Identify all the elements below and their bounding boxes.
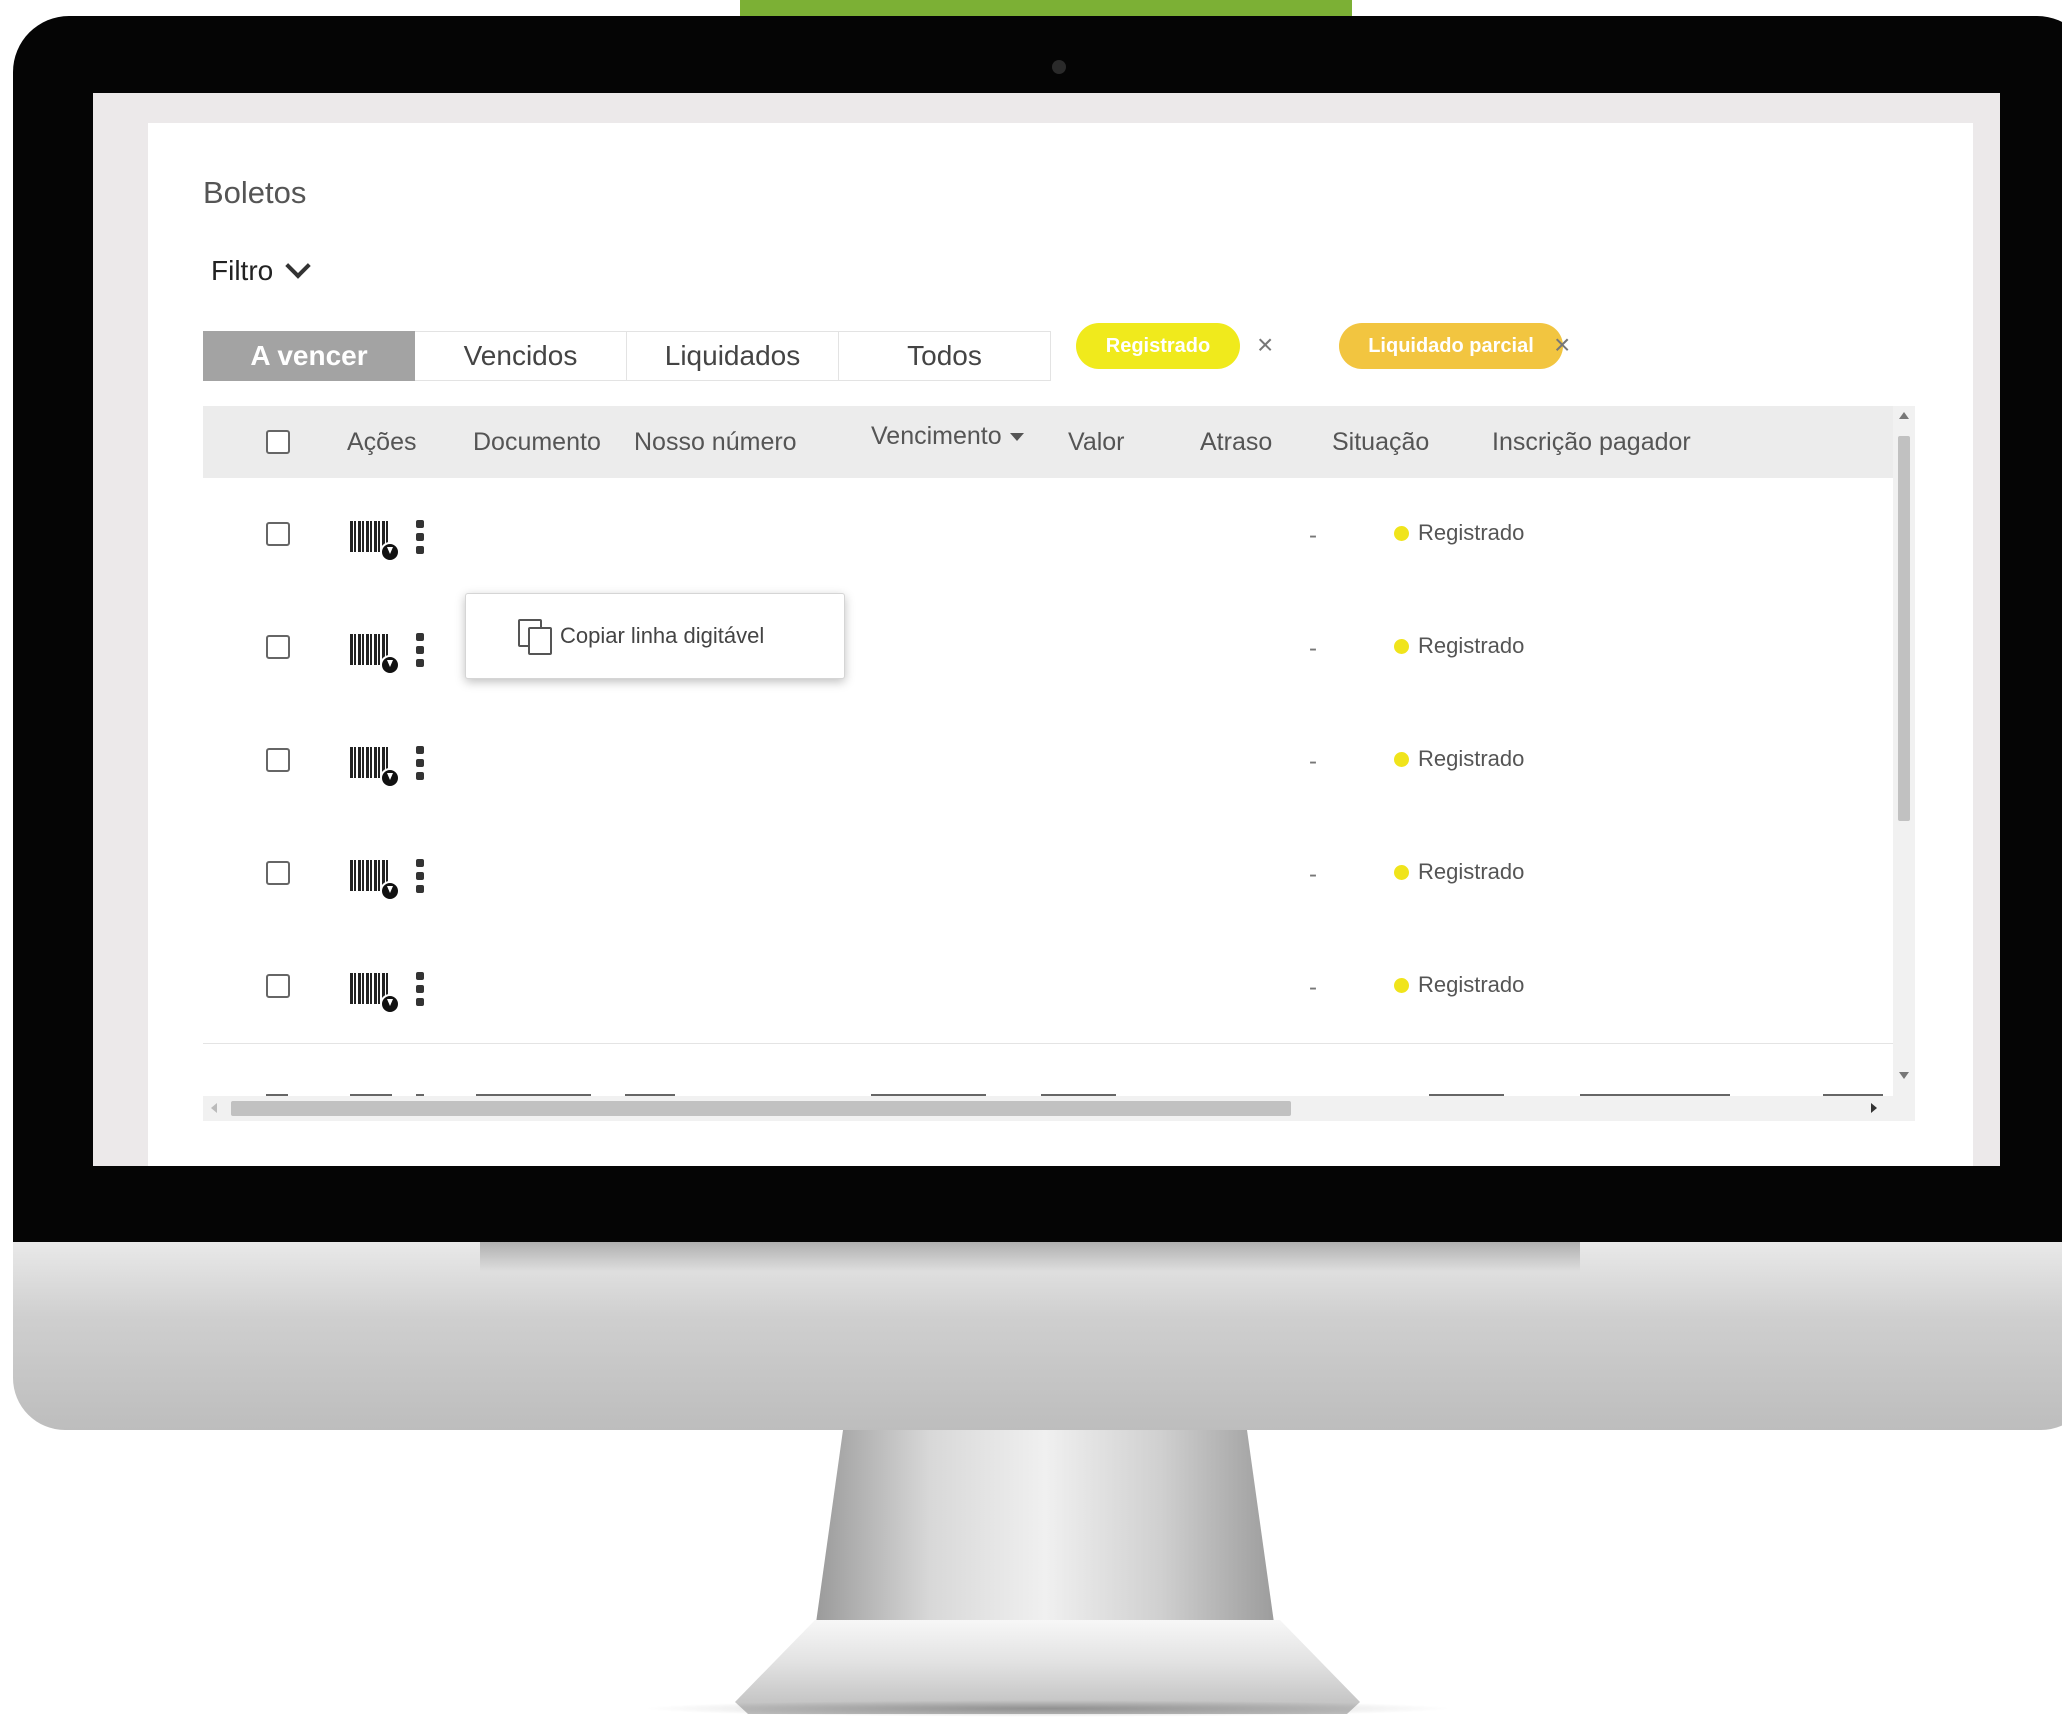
row-actions-menu-icon[interactable] xyxy=(416,859,424,893)
barcode-download-icon[interactable] xyxy=(350,973,400,1014)
status-dot-icon xyxy=(1394,751,1409,767)
table-row: - Registrado xyxy=(203,591,1893,705)
cell-situacao: Registrado xyxy=(1394,746,1524,772)
horizontal-scrollbar[interactable] xyxy=(203,1096,1915,1121)
col-header-atraso: Atraso xyxy=(1200,428,1273,456)
barcode-download-icon[interactable] xyxy=(350,747,400,788)
horizontal-scroll-thumb[interactable] xyxy=(231,1101,1291,1116)
scroll-right-icon[interactable] xyxy=(1871,1103,1877,1113)
barcode-download-icon[interactable] xyxy=(350,634,400,675)
download-badge-icon xyxy=(380,994,400,1014)
col-header-situacao: Situação xyxy=(1332,428,1430,456)
table-row: - Registrado xyxy=(203,478,1893,592)
tab-todos[interactable]: Todos xyxy=(839,331,1051,381)
copy-icon xyxy=(518,619,552,655)
col-header-valor: Valor xyxy=(1068,428,1125,456)
filter-chip-registrado: Registrado xyxy=(1076,323,1240,369)
status-dot-icon xyxy=(1394,864,1409,880)
barcode-download-icon[interactable] xyxy=(350,521,400,562)
table-row: - Registrado xyxy=(203,817,1893,931)
tab-vencidos[interactable]: Vencidos xyxy=(415,331,627,381)
table-row: - Registrado xyxy=(203,930,1893,1044)
barcode-download-icon[interactable] xyxy=(350,860,400,901)
page-title: Boletos xyxy=(203,175,307,210)
chin-shadow xyxy=(480,1242,1580,1272)
screen: Boletos Filtro A vencer Vencidos Liquida… xyxy=(93,93,2000,1166)
cell-atraso: - xyxy=(1309,861,1317,888)
copy-line-label: Copiar linha digitável xyxy=(560,623,765,648)
row-actions-menu-icon[interactable] xyxy=(416,972,424,1006)
table-header: Ações Documento Nosso número Vencimento … xyxy=(203,406,1893,478)
cell-atraso: - xyxy=(1309,635,1317,662)
tab-a-vencer[interactable]: A vencer xyxy=(203,331,415,381)
status-dot-icon xyxy=(1394,638,1409,654)
cell-atraso: - xyxy=(1309,974,1317,1001)
cell-situacao: Registrado xyxy=(1394,520,1524,546)
status-label: Registrado xyxy=(1418,859,1525,884)
remove-chip-liquidado-parcial-icon[interactable]: × xyxy=(1554,327,1570,363)
filter-toggle[interactable]: Filtro xyxy=(211,253,311,287)
row-checkbox[interactable] xyxy=(266,861,290,885)
col-header-vencimento-label: Vencimento xyxy=(871,422,1002,450)
status-label: Registrado xyxy=(1418,746,1525,771)
download-badge-icon xyxy=(380,881,400,901)
status-dot-icon xyxy=(1394,525,1409,541)
remove-chip-registrado-icon[interactable]: × xyxy=(1257,327,1273,363)
col-header-documento: Documento xyxy=(473,428,601,456)
cell-situacao: Registrado xyxy=(1394,633,1524,659)
col-header-inscricao-pagador: Inscrição pagador xyxy=(1492,428,1691,456)
filter-chip-liquidado-parcial: Liquidado parcial xyxy=(1339,323,1563,369)
row-actions-menu-icon[interactable] xyxy=(416,746,424,780)
sort-desc-icon xyxy=(1009,433,1024,442)
download-badge-icon xyxy=(380,542,400,562)
tab-liquidados[interactable]: Liquidados xyxy=(627,331,839,381)
status-label: Registrado xyxy=(1418,633,1525,658)
row-actions-menu-icon[interactable] xyxy=(416,633,424,667)
camera-dot xyxy=(1052,60,1066,74)
cell-atraso: - xyxy=(1309,748,1317,775)
green-accent-strip xyxy=(740,0,1352,16)
monitor-stand-neck xyxy=(815,1430,1275,1630)
col-header-acoes: Ações xyxy=(347,428,417,456)
chevron-down-icon xyxy=(285,253,311,279)
table-row: - Registrado xyxy=(203,704,1893,818)
status-label: Registrado xyxy=(1418,520,1525,545)
row-checkbox[interactable] xyxy=(266,522,290,546)
select-all-checkbox[interactable] xyxy=(266,430,290,454)
row-checkbox[interactable] xyxy=(266,974,290,998)
copy-line-menu-item[interactable]: Copiar linha digitável xyxy=(465,593,845,679)
cell-atraso: - xyxy=(1309,522,1317,549)
download-badge-icon xyxy=(380,655,400,675)
stand-shadow xyxy=(640,1700,1455,1717)
col-header-vencimento[interactable]: Vencimento xyxy=(871,406,1024,472)
download-badge-icon xyxy=(380,768,400,788)
row-checkbox[interactable] xyxy=(266,635,290,659)
status-tabs: A vencer Vencidos Liquidados Todos xyxy=(203,331,1051,381)
vertical-scrollbar[interactable] xyxy=(1893,406,1915,1121)
status-dot-icon xyxy=(1394,977,1409,993)
row-actions-menu-icon[interactable] xyxy=(416,520,424,554)
cell-situacao: Registrado xyxy=(1394,972,1524,998)
boletos-table: Ações Documento Nosso número Vencimento … xyxy=(203,406,1915,1121)
filter-label: Filtro xyxy=(211,255,274,286)
scroll-up-icon[interactable] xyxy=(1899,412,1909,419)
vertical-scroll-thumb[interactable] xyxy=(1898,436,1910,821)
status-label: Registrado xyxy=(1418,972,1525,997)
content-card: Boletos Filtro A vencer Vencidos Liquida… xyxy=(148,123,1973,1166)
scroll-down-icon[interactable] xyxy=(1899,1072,1909,1079)
row-checkbox[interactable] xyxy=(266,748,290,772)
col-header-nosso-numero: Nosso número xyxy=(634,428,797,456)
cell-situacao: Registrado xyxy=(1394,859,1524,885)
scroll-left-icon[interactable] xyxy=(211,1103,217,1113)
